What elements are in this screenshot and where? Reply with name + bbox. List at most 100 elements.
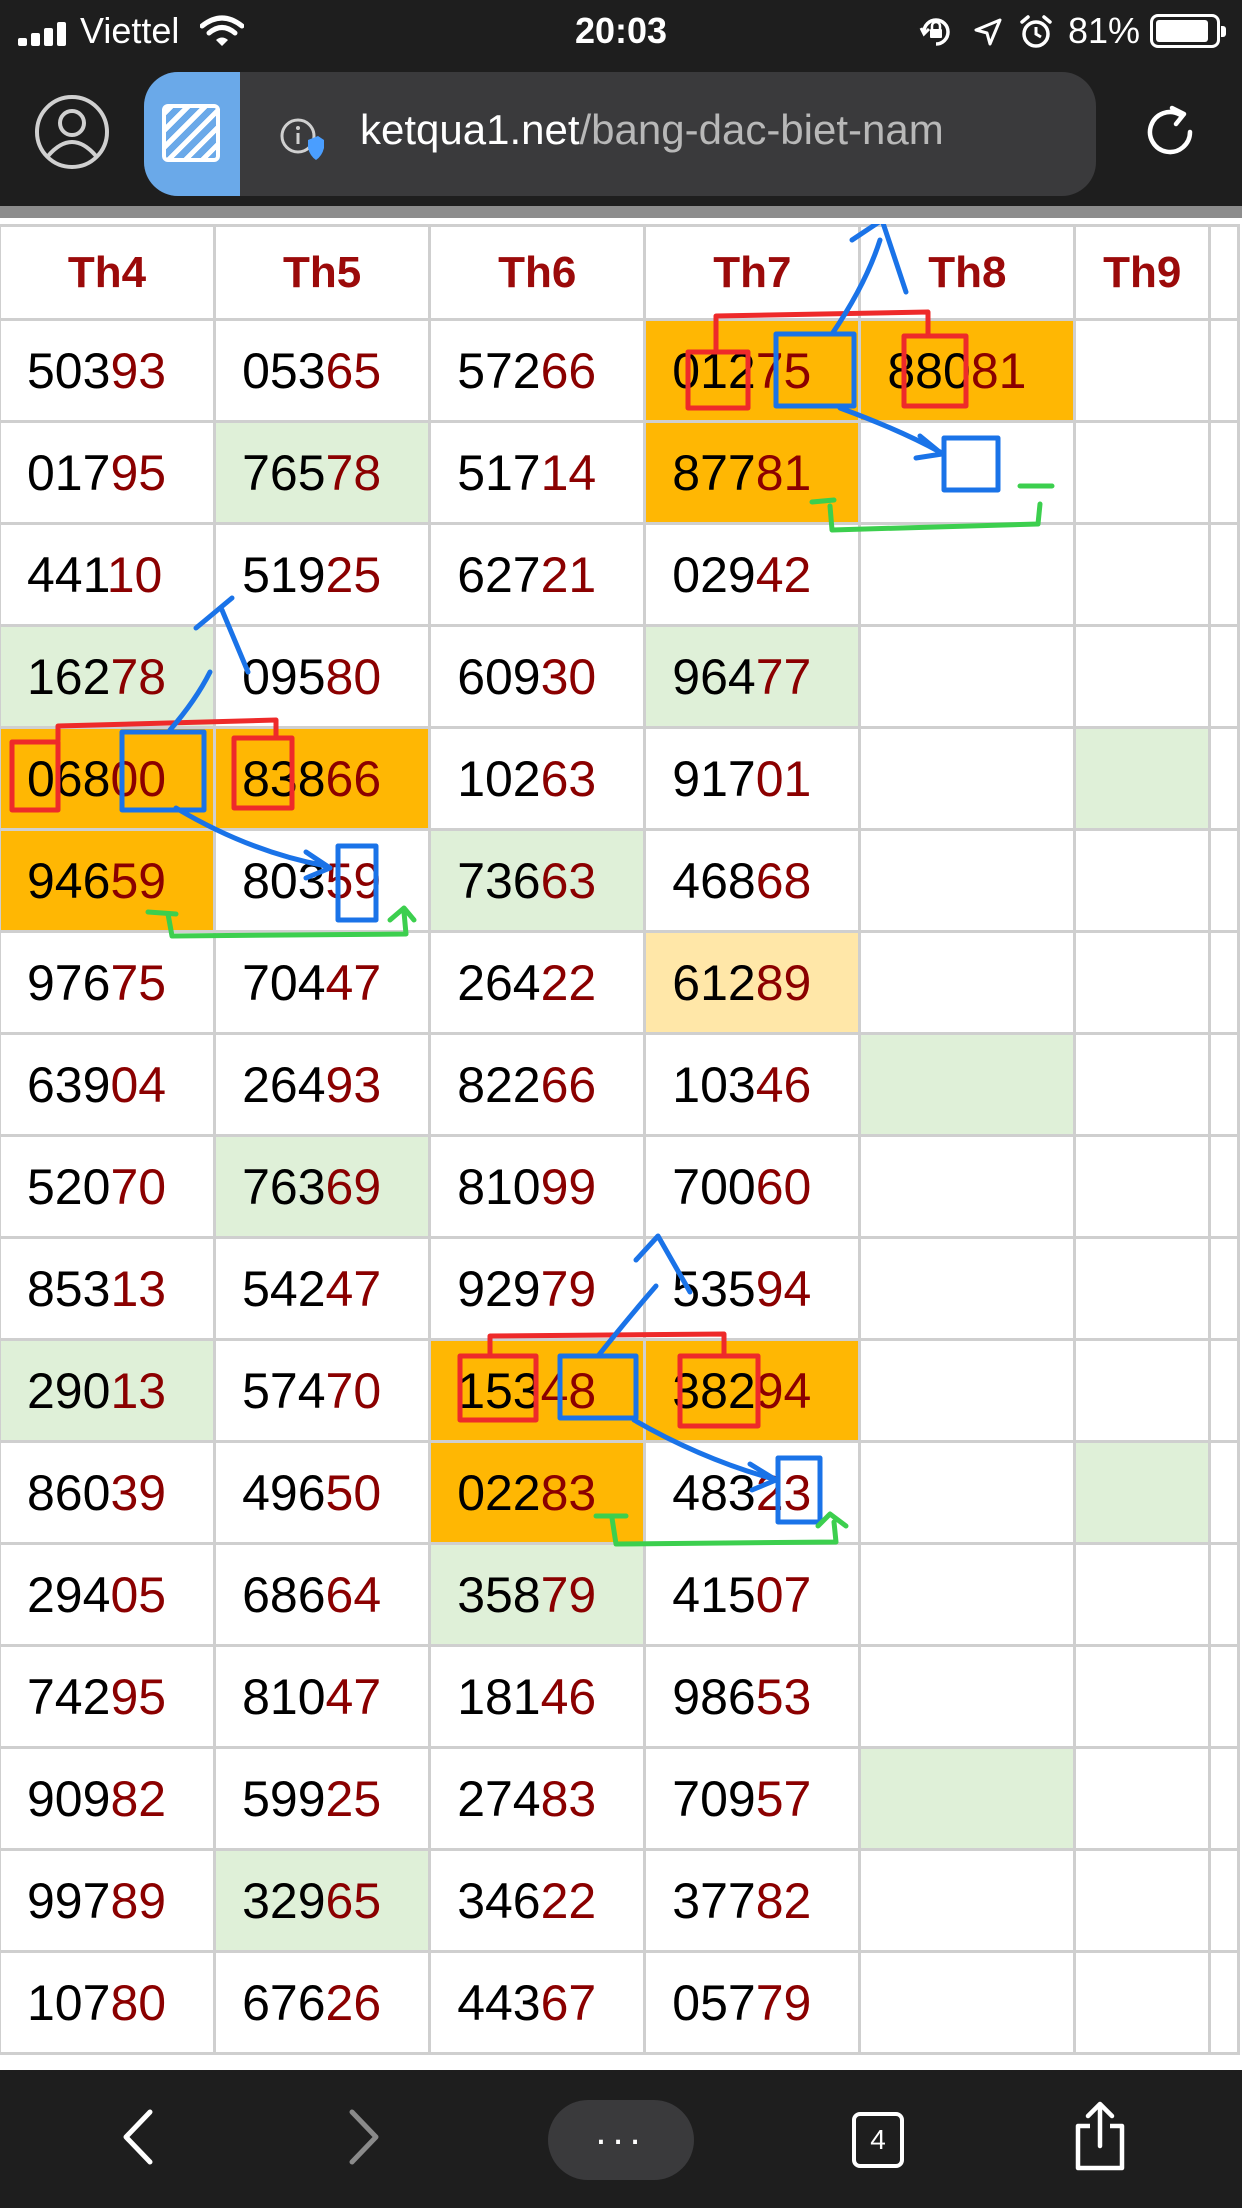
orientation-lock-icon xyxy=(919,18,950,46)
number-head: 503 xyxy=(27,342,111,399)
overflow-cell xyxy=(1207,1134,1241,1239)
result-cell: 73663 xyxy=(428,828,647,933)
result-cell: 05779 xyxy=(643,1950,862,2055)
number-tail: 46 xyxy=(540,1668,597,1725)
reload-icon[interactable] xyxy=(1140,102,1200,162)
result-cell: 87781 xyxy=(643,420,862,525)
result-cell: 68664 xyxy=(213,1542,432,1647)
result-cell: 76578 xyxy=(213,420,432,525)
result-cell xyxy=(1073,1134,1211,1239)
result-cell: 34622 xyxy=(428,1848,647,1953)
number-tail: 66 xyxy=(325,750,382,807)
number-tail: 50 xyxy=(325,1464,382,1521)
tabs-icon[interactable]: 4 xyxy=(852,2112,904,2168)
number-tail: 69 xyxy=(325,1158,382,1215)
forward-icon[interactable] xyxy=(344,2106,384,2168)
tab-thumbnail-icon[interactable] xyxy=(144,72,240,196)
number-tail: 79 xyxy=(755,1974,812,2031)
results-table-area[interactable]: Th4 Th5 Th6 Th7 Th8 Th9 50393 05365 57266 01275 8… xyxy=(0,224,1242,2070)
column-header: Th5 xyxy=(213,224,432,321)
number-head: 742 xyxy=(27,1668,111,1725)
result-cell xyxy=(1073,1032,1211,1137)
number-tail: 80 xyxy=(325,648,382,705)
result-cell: 54247 xyxy=(213,1236,432,1341)
number-tail: 64 xyxy=(325,1566,382,1623)
number-tail: 07 xyxy=(755,1566,812,1623)
overflow-cell xyxy=(1207,1542,1241,1647)
table-row: 99789 32965 34622 37782 xyxy=(0,1848,1241,1953)
result-cell xyxy=(858,1134,1077,1239)
result-cell xyxy=(1073,1644,1211,1749)
result-cell xyxy=(1073,624,1211,729)
result-cell: 88081 xyxy=(858,318,1077,423)
result-cell: 70060 xyxy=(643,1134,862,1239)
profile-icon[interactable] xyxy=(34,94,110,170)
result-cell xyxy=(858,522,1077,627)
number-head: 496 xyxy=(242,1464,326,1521)
number-head: 822 xyxy=(457,1056,541,1113)
number-head: 736 xyxy=(457,852,541,909)
number-tail: 47 xyxy=(325,1260,382,1317)
result-cell xyxy=(858,420,1077,525)
table-row: 52070 76369 81099 70060 xyxy=(0,1134,1241,1239)
result-cell: 51714 xyxy=(428,420,647,525)
result-cell: 29405 xyxy=(0,1542,217,1647)
number-head: 929 xyxy=(457,1260,541,1317)
number-head: 810 xyxy=(242,1668,326,1725)
result-cell xyxy=(1073,1236,1211,1341)
menu-button[interactable]: ... xyxy=(548,2100,694,2180)
result-cell: 26493 xyxy=(213,1032,432,1137)
result-cell: 86039 xyxy=(0,1440,217,1545)
number-head: 803 xyxy=(242,852,326,909)
site-info-icon[interactable] xyxy=(278,114,326,162)
result-cell: 49650 xyxy=(213,1440,432,1545)
number-head: 017 xyxy=(27,444,111,501)
number-head: 029 xyxy=(672,546,756,603)
number-head: 700 xyxy=(672,1158,756,1215)
result-cell xyxy=(1073,1338,1211,1443)
result-cell: 44110 xyxy=(0,522,217,627)
result-cell: 02283 xyxy=(428,1440,647,1545)
share-icon[interactable] xyxy=(1072,2100,1128,2172)
result-cell: 02942 xyxy=(643,522,862,627)
number-head: 763 xyxy=(242,1158,326,1215)
result-cell: 70447 xyxy=(213,930,432,1035)
address-bar[interactable]: ketqua1.net/bang-dac-biet-nam xyxy=(144,72,1096,196)
result-cell xyxy=(858,1236,1077,1341)
number-head: 520 xyxy=(27,1158,111,1215)
number-tail: 63 xyxy=(540,852,597,909)
number-head: 909 xyxy=(27,1770,111,1827)
number-tail: 67 xyxy=(540,1974,597,2031)
result-cell: 92979 xyxy=(428,1236,647,1341)
number-tail: 42 xyxy=(755,546,812,603)
number-tail: 59 xyxy=(325,852,382,909)
result-cell: 38294 xyxy=(643,1338,862,1443)
back-icon[interactable] xyxy=(118,2106,158,2168)
result-cell xyxy=(858,1644,1077,1749)
special-prize-table: Th4 Th5 Th6 Th7 Th8 Th9 50393 05365 57266 01275 8… xyxy=(0,224,1241,2055)
number-tail: 46 xyxy=(755,1056,812,1113)
column-header: Th6 xyxy=(428,224,647,321)
number-head: 542 xyxy=(242,1260,326,1317)
result-cell: 70957 xyxy=(643,1746,862,1851)
table-row: 94659 80359 73663 46868 xyxy=(0,828,1241,933)
number-head: 102 xyxy=(457,750,541,807)
url-text[interactable]: ketqua1.net/bang-dac-biet-nam xyxy=(360,106,944,154)
result-cell: 85313 xyxy=(0,1236,217,1341)
number-head: 599 xyxy=(242,1770,326,1827)
result-cell: 60930 xyxy=(428,624,647,729)
result-cell: 57470 xyxy=(213,1338,432,1443)
result-cell: 81099 xyxy=(428,1134,647,1239)
number-head: 860 xyxy=(27,1464,111,1521)
result-cell xyxy=(1073,522,1211,627)
result-cell xyxy=(858,930,1077,1035)
number-head: 181 xyxy=(457,1668,541,1725)
number-tail: 66 xyxy=(540,1056,597,1113)
result-cell: 10780 xyxy=(0,1950,217,2055)
number-head: 022 xyxy=(457,1464,541,1521)
result-cell xyxy=(1073,828,1211,933)
overflow-cell xyxy=(1207,1848,1241,1953)
number-head: 877 xyxy=(672,444,756,501)
number-head: 264 xyxy=(457,954,541,1011)
result-cell xyxy=(858,1848,1077,1953)
